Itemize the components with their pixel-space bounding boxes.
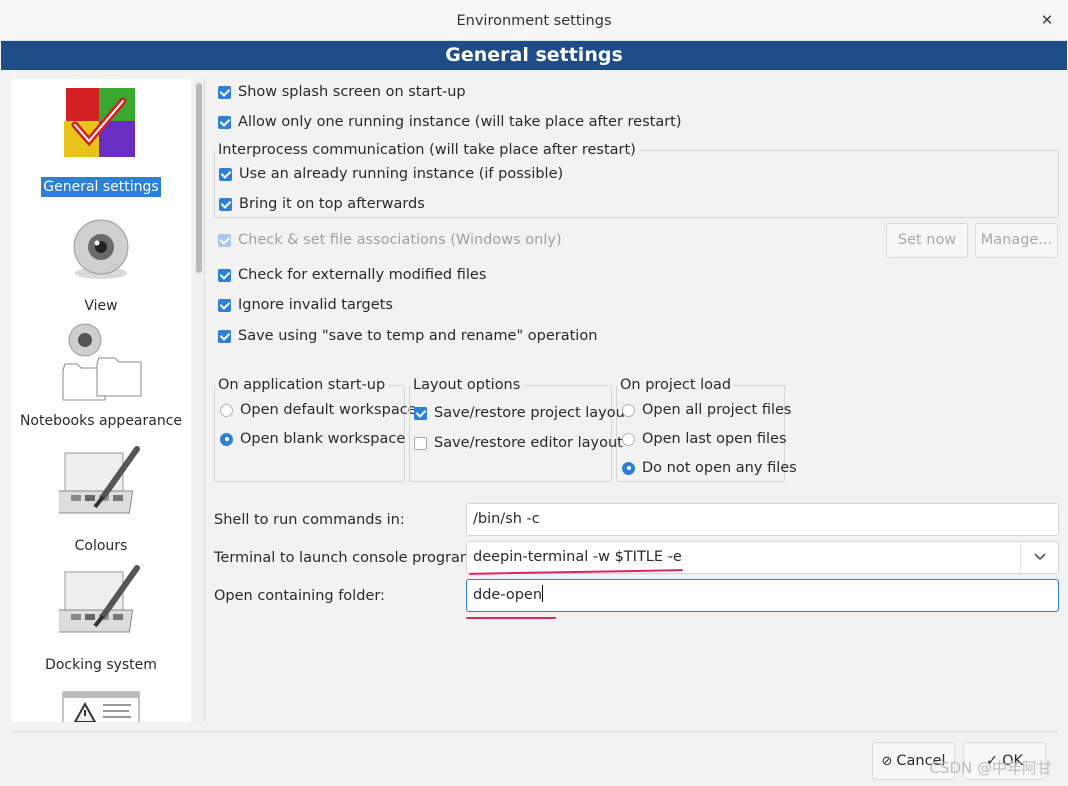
sidebar-item-label: General settings [41, 177, 161, 197]
checkbox-icon[interactable] [414, 436, 427, 450]
shell-label: Shell to run commands in: [214, 512, 405, 528]
radio-label: Open all project files [642, 402, 792, 418]
checkbox-label: Save using "save to temp and rename" ope… [238, 328, 598, 344]
terminal-combobox[interactable]: deepin-terminal -w $TITLE -e [466, 541, 1059, 574]
save-temp-rename-checkbox[interactable]: Save using "save to temp and rename" ope… [218, 328, 597, 344]
checkbox-label: Check for externally modified files [238, 267, 487, 283]
checkbox-label: Check & set file associations (Windows o… [238, 232, 562, 248]
checkbox-icon[interactable] [218, 298, 231, 312]
radio-label: Open last open files [642, 431, 787, 447]
checkbox-icon[interactable] [218, 85, 231, 99]
open-last-files-radio[interactable]: Open last open files [622, 431, 787, 447]
sidebar-item-view[interactable]: View [11, 215, 191, 316]
checkbox-label: Save/restore project layout [434, 405, 631, 421]
external-modified-checkbox[interactable]: Check for externally modified files [218, 267, 486, 283]
radio-icon[interactable] [622, 403, 635, 417]
project-load-group-title: On project load [617, 377, 735, 393]
radio-icon[interactable] [220, 432, 233, 446]
sidebar-item-docking-system[interactable]: Docking system [11, 564, 191, 675]
close-icon[interactable]: ✕ [1036, 9, 1058, 31]
sidebar-item-label: View [84, 298, 118, 314]
layout-group-title: Layout options [410, 377, 524, 393]
checkbox-label: Use an already running instance (if poss… [239, 166, 564, 182]
radio-label: Open blank workspace [240, 431, 406, 447]
file-associations-checkbox[interactable]: Check & set file associations (Windows o… [218, 232, 562, 248]
checkbox-icon[interactable] [218, 233, 231, 247]
chevron-down-icon[interactable] [1020, 542, 1058, 573]
terminal-value: deepin-terminal -w $TITLE -e [473, 549, 682, 565]
layout-group [409, 385, 612, 482]
checkbox-icon[interactable] [219, 167, 232, 181]
checkbox-icon[interactable] [219, 197, 232, 211]
settings-panel: Show splash screen on start-up Allow onl… [205, 79, 1068, 729]
bring-on-top-checkbox[interactable]: Bring it on top afterwards [219, 196, 425, 212]
window-titlebar: Environment settings ✕ [0, 0, 1068, 41]
open-all-project-files-radio[interactable]: Open all project files [622, 402, 791, 418]
notebooks-icon [62, 323, 142, 401]
checkbox-icon[interactable] [218, 329, 231, 343]
warning-icon [62, 691, 140, 722]
do-not-open-files-radio[interactable]: Do not open any files [622, 460, 797, 476]
checkbox-label: Ignore invalid targets [238, 297, 393, 313]
terminal-label: Terminal to launch console programs: [214, 550, 487, 566]
cancel-icon: ⊘ [881, 754, 893, 769]
set-now-button[interactable]: Set now [886, 223, 968, 258]
editor-layout-checkbox[interactable]: Save/restore editor layout [414, 435, 623, 451]
sidebar-item-colours[interactable]: Colours [11, 445, 191, 556]
checkbox-icon[interactable] [414, 406, 427, 420]
general-settings-icon [64, 88, 135, 157]
shell-input[interactable]: /bin/sh -c [466, 503, 1059, 536]
ipc-group-title: Interprocess communication (will take pl… [215, 142, 639, 158]
checkbox-label: Save/restore editor layout [434, 435, 623, 451]
radio-label: Do not open any files [642, 460, 797, 476]
annotation-underline [466, 617, 556, 619]
checkbox-icon[interactable] [218, 115, 231, 129]
window-title: Environment settings [456, 13, 612, 29]
sidebar: General settings View Notebooks appearan… [11, 79, 191, 722]
radio-icon[interactable] [622, 461, 635, 475]
section-banner: General settings [1, 41, 1067, 70]
ignore-invalid-targets-checkbox[interactable]: Ignore invalid targets [218, 297, 393, 313]
use-running-instance-checkbox[interactable]: Use an already running instance (if poss… [219, 166, 563, 182]
project-layout-checkbox[interactable]: Save/restore project layout [414, 405, 631, 421]
sidebar-item-label: Docking system [45, 657, 157, 673]
folder-label: Open containing folder: [214, 588, 385, 604]
single-instance-checkbox[interactable]: Allow only one running instance (will ta… [218, 114, 682, 130]
radio-label: Open default workspace [240, 402, 417, 418]
checkbox-icon[interactable] [218, 268, 231, 282]
checkbox-label: Bring it on top afterwards [239, 196, 425, 212]
docking-icon [59, 565, 140, 633]
sidebar-item-notebooks-appearance[interactable]: Notebooks appearance [11, 322, 191, 431]
sidebar-item-label: Notebooks appearance [19, 413, 183, 429]
checkbox-label: Allow only one running instance (will ta… [238, 114, 682, 130]
manage-button[interactable]: Manage... [975, 223, 1058, 258]
sidebar-item-warnings[interactable] [11, 690, 191, 722]
radio-icon[interactable] [220, 403, 233, 417]
watermark: CSDN @中年阿甘 [929, 759, 1052, 777]
eye-icon [73, 219, 129, 279]
radio-icon[interactable] [622, 432, 635, 446]
palette-icon [59, 446, 140, 514]
folder-value: dde-open [473, 587, 543, 603]
startup-group-title: On application start-up [215, 377, 389, 393]
sidebar-scrollbar[interactable] [193, 79, 205, 722]
folder-input[interactable]: dde-open [466, 579, 1059, 612]
open-blank-workspace-radio[interactable]: Open blank workspace [220, 431, 405, 447]
open-default-workspace-radio[interactable]: Open default workspace [220, 402, 417, 418]
text-cursor [542, 585, 544, 602]
splash-checkbox[interactable]: Show splash screen on start-up [218, 84, 466, 100]
footer-separator [11, 731, 1058, 732]
sidebar-item-label: Colours [74, 538, 128, 554]
scrollbar-thumb[interactable] [196, 83, 202, 273]
checkbox-label: Show splash screen on start-up [238, 84, 466, 100]
sidebar-item-general-settings[interactable]: General settings [11, 83, 191, 197]
